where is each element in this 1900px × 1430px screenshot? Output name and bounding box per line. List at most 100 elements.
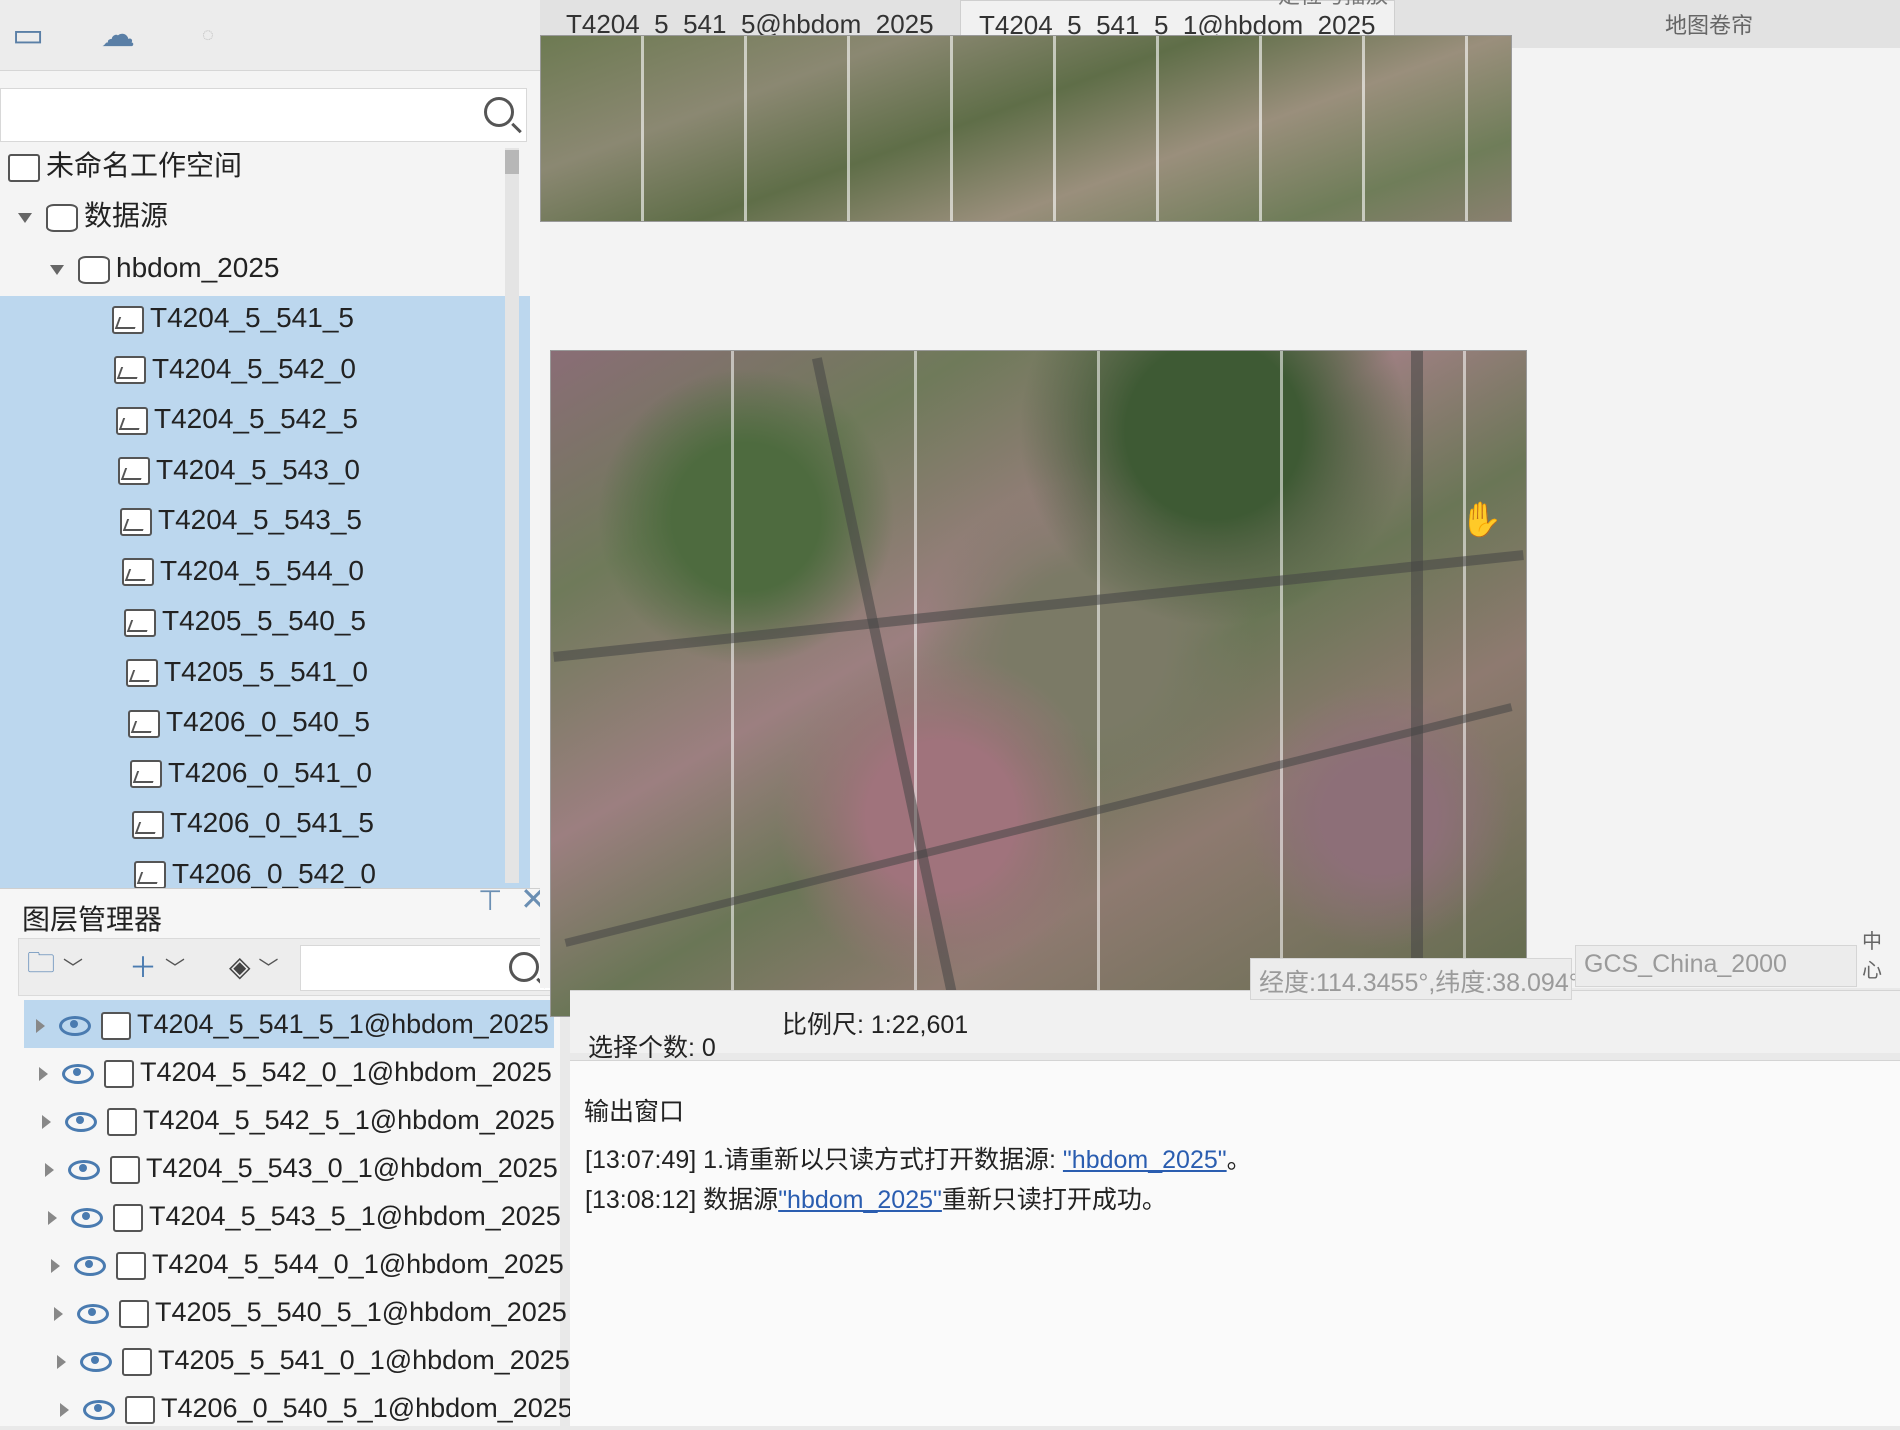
add-layer-button[interactable]: ＋ ﹀ [129, 945, 185, 987]
eye-icon[interactable] [74, 1255, 106, 1276]
scale-readout[interactable]: 比例尺: 1:22,601 [782, 1005, 968, 1041]
layer-item[interactable]: T4206_0_540_5_1@hbdom_2025 [60, 1386, 573, 1430]
layer-manager-title: 图层管理器 [22, 904, 163, 935]
database-icon [78, 255, 110, 284]
expand-arrow-icon[interactable] [48, 1210, 57, 1225]
expand-arrow-icon[interactable] [51, 1258, 60, 1273]
expand-arrow-icon[interactable] [36, 1018, 45, 1033]
dataset-item[interactable]: T4206_0_541_0 [130, 749, 372, 797]
dataset-item[interactable]: T4206_0_541_5 [132, 799, 374, 847]
raster-icon [132, 810, 164, 839]
dataset-item[interactable]: T4204_5_544_0 [122, 547, 364, 595]
datasource-link[interactable]: "hbdom_2025" [1063, 1146, 1227, 1174]
layer-style-button[interactable]: ◈ ﹀ [229, 945, 279, 987]
workspace-icon [8, 153, 40, 182]
search-icon[interactable] [509, 952, 539, 982]
layer-label: T4204_5_542_5_1@hbdom_2025 [143, 1105, 555, 1135]
dataset-item[interactable]: T4205_5_540_5 [124, 597, 366, 645]
layer-item[interactable]: T4204_5_542_5_1@hbdom_2025 [42, 1098, 555, 1142]
raster-icon [114, 356, 146, 385]
eye-icon[interactable] [59, 1015, 91, 1036]
raster-icon [110, 1155, 140, 1184]
tree-scrollbar[interactable] [505, 148, 519, 883]
layer-item[interactable]: T4205_5_541_0_1@hbdom_2025 [57, 1338, 570, 1382]
eye-icon[interactable] [83, 1399, 115, 1420]
expand-arrow-icon[interactable] [60, 1402, 69, 1417]
dataset-item[interactable]: T4205_5_541_0 [126, 648, 368, 696]
tree-item-datasource[interactable]: hbdom_2025 [50, 244, 279, 292]
eye-icon[interactable] [80, 1351, 112, 1372]
layer-item[interactable]: T4204_5_544_0_1@hbdom_2025 [51, 1242, 564, 1286]
imagery-tile-top[interactable] [540, 35, 1512, 222]
layer-item[interactable]: T4204_5_542_0_1@hbdom_2025 [39, 1050, 552, 1094]
workspace-manager-icon[interactable]: ▭ [0, 10, 56, 60]
layers-icon: ◈ [229, 950, 251, 982]
dataset-item[interactable]: T4204_5_543_0 [118, 446, 360, 494]
log-line: [13:08:12] 数据源"hbdom_2025"重新只读打开成功。 [585, 1180, 1167, 1216]
datasource-link[interactable]: "hbdom_2025" [778, 1186, 942, 1214]
layer-item[interactable]: T4204_5_543_5_1@hbdom_2025 [48, 1194, 561, 1238]
dataset-label: T4204_5_544_0 [160, 554, 364, 586]
layer-label: T4204_5_542_0_1@hbdom_2025 [140, 1057, 552, 1087]
raster-icon [113, 1203, 143, 1232]
eye-icon[interactable] [68, 1159, 100, 1180]
folder-add-icon: 🗀 [27, 947, 56, 978]
workspace-label: 未命名工作空间 [46, 150, 243, 181]
chevron-down-icon: ﹀ [63, 957, 84, 980]
layer-item[interactable]: T4204_5_541_5_1@hbdom_2025 [36, 1002, 549, 1046]
layer-item[interactable]: T4204_5_543_0_1@hbdom_2025 [45, 1146, 558, 1190]
database-icon [46, 203, 78, 232]
center-label[interactable]: 中心 [1862, 925, 1900, 983]
dataset-label: T4204_5_543_5 [158, 504, 362, 535]
raster-icon [116, 1251, 146, 1280]
dataset-item[interactable]: T4204_5_542_0 [114, 345, 356, 393]
layer-label: T4204_5_541_5_1@hbdom_2025 [137, 1009, 549, 1039]
eye-icon[interactable] [77, 1303, 109, 1324]
expand-arrow-icon[interactable] [54, 1306, 63, 1321]
expand-arrow-icon[interactable] [57, 1354, 66, 1369]
expand-arrow-icon[interactable] [18, 212, 32, 223]
layer-item[interactable]: T4205_5_540_5_1@hbdom_2025 [54, 1290, 567, 1334]
eye-icon[interactable] [71, 1207, 103, 1228]
dataset-item[interactable]: T4204_5_541_5 [112, 294, 354, 342]
road [811, 357, 961, 1010]
raster-icon [124, 608, 156, 637]
layer-search-input[interactable] [300, 945, 552, 991]
tree-item-workspace[interactable]: 未命名工作空间 [8, 142, 242, 190]
expand-arrow-icon[interactable] [39, 1066, 48, 1081]
road [564, 703, 1513, 947]
eye-icon[interactable] [65, 1111, 97, 1132]
pin-icon[interactable]: ⊤ [478, 884, 502, 917]
layer-label: T4206_0_540_5_1@hbdom_2025 [161, 1393, 573, 1423]
dataset-item[interactable]: T4206_0_540_5 [128, 698, 370, 746]
raster-icon [125, 1395, 155, 1424]
dataset-label: T4204_5_541_5 [150, 302, 354, 333]
raster-icon [134, 861, 166, 890]
dataset-item[interactable]: T4204_5_542_5 [116, 395, 358, 443]
new-layer-group-button[interactable]: 🗀 ﹀ [27, 945, 83, 987]
cloud-database-icon[interactable]: ☁ [90, 10, 146, 60]
selection-count: 选择个数: 0 [588, 1034, 716, 1062]
search-icon[interactable] [484, 97, 514, 127]
expand-arrow-icon[interactable] [45, 1162, 54, 1177]
eye-icon[interactable] [62, 1063, 94, 1084]
dataset-label: T4204_5_542_5 [154, 403, 358, 434]
dataset-label: T4205_5_541_0 [164, 655, 368, 687]
layer-label: T4204_5_543_0_1@hbdom_2025 [146, 1153, 558, 1183]
dataset-label: T4206_0_540_5 [166, 706, 370, 737]
tree-scrollbar-thumb[interactable] [505, 150, 519, 174]
raster-icon [122, 1347, 152, 1376]
layer-label: T4204_5_544_0_1@hbdom_2025 [152, 1249, 564, 1279]
expand-arrow-icon[interactable] [50, 264, 64, 275]
dataset-item[interactable]: T4204_5_543_5 [120, 496, 362, 544]
tab-playback[interactable]: 定位与播放 [1260, 0, 1406, 20]
log-text: 数据源 [703, 1186, 779, 1214]
workspace-search-input[interactable] [0, 88, 527, 142]
crs-box[interactable]: GCS_China_2000 [1575, 945, 1857, 987]
imagery-tile-main[interactable] [550, 350, 1527, 1017]
map-swipe-label[interactable]: 地图卷帘 [1665, 8, 1753, 40]
chevron-down-icon: ﹀ [165, 957, 186, 980]
faded-icon[interactable]: ◌ [180, 10, 236, 60]
expand-arrow-icon[interactable] [42, 1114, 51, 1129]
tree-item-datasources[interactable]: 数据源 [18, 192, 168, 240]
